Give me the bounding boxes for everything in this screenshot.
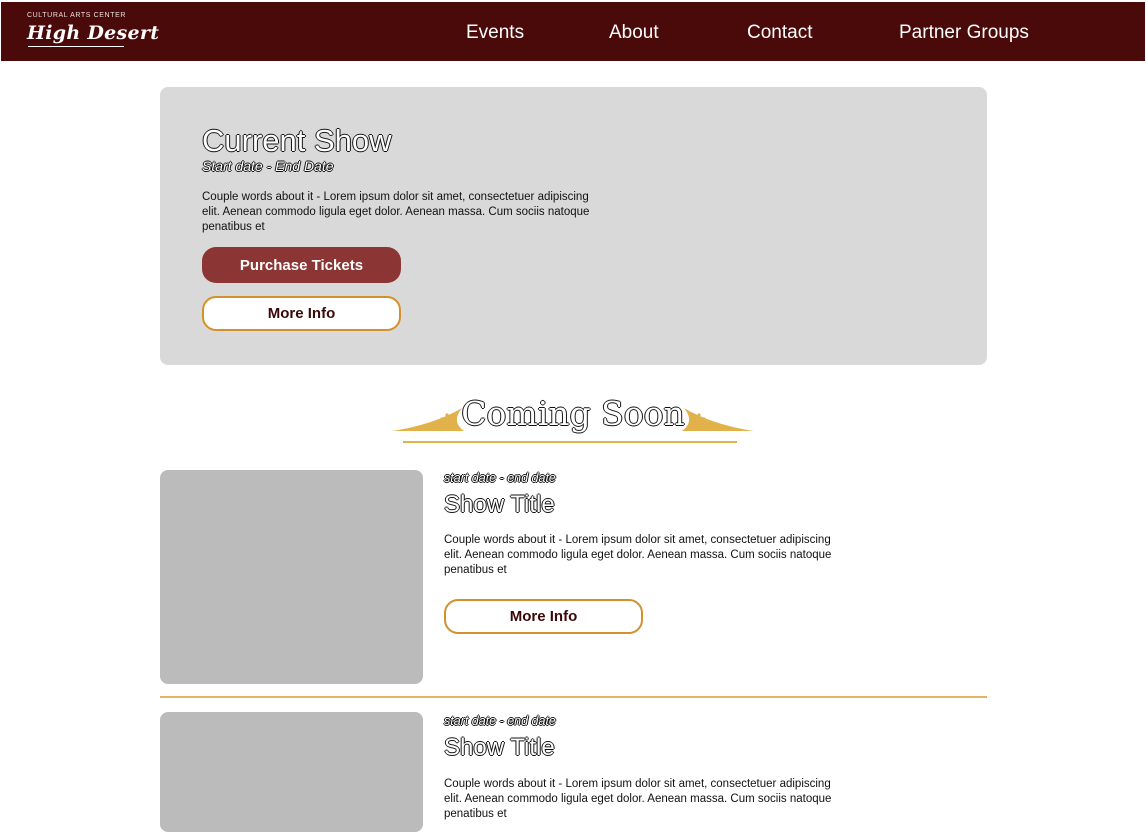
show-image-placeholder[interactable] [160,470,423,684]
show-title[interactable]: Show Title [444,734,555,762]
current-show-dates: Start date - End Date [202,158,334,174]
show-dates: start date - end date [444,714,556,728]
logo-underline [28,46,124,47]
logo-title: High Desert [27,22,160,44]
show-more-info-button[interactable]: More Info [444,599,643,634]
show-image-placeholder[interactable] [160,712,423,832]
show-divider [160,696,987,698]
nav-partner-groups[interactable]: Partner Groups [899,22,1029,44]
site-header: CULTURAL ARTS CENTER High Desert Events … [1,2,1145,61]
current-show-panel: Current Show Start date - End Date Coupl… [160,87,987,365]
current-show-more-info-button[interactable]: More Info [202,296,401,331]
current-show-description: Couple words about it - Lorem ipsum dolo… [202,191,590,233]
show-description: Couple words about it - Lorem ipsum dolo… [444,534,832,576]
nav-events[interactable]: Events [466,22,524,44]
logo-subtitle: CULTURAL ARTS CENTER [27,12,126,19]
current-show-title: Current Show [202,123,392,158]
purchase-tickets-button[interactable]: Purchase Tickets [202,247,401,283]
show-dates: start date - end date [444,471,556,485]
coming-soon-heading: Coming Soon [390,392,756,448]
nav-contact[interactable]: Contact [747,22,812,44]
site-logo[interactable]: CULTURAL ARTS CENTER High Desert [27,12,160,47]
show-title[interactable]: Show Title [444,491,555,519]
coming-soon-title: Coming Soon [461,394,685,433]
show-description: Couple words about it - Lorem ipsum dolo… [444,778,832,820]
nav-about[interactable]: About [609,22,659,44]
